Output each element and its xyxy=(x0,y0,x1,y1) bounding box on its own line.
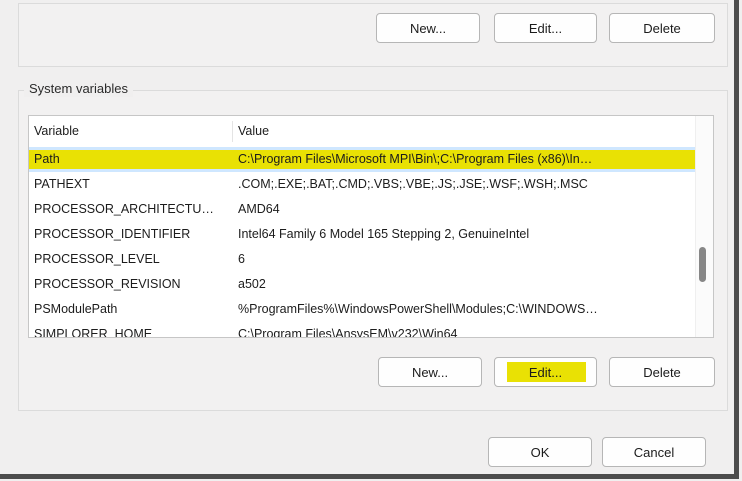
table-row[interactable]: PROCESSOR_ARCHITECTU… AMD64 xyxy=(29,197,695,222)
value-cell: Intel64 Family 6 Model 165 Stepping 2, G… xyxy=(238,222,693,247)
system-edit-button[interactable]: Edit... xyxy=(494,357,597,387)
system-new-button[interactable]: New... xyxy=(378,357,482,387)
value-cell: .COM;.EXE;.BAT;.CMD;.VBS;.VBE;.JS;.JSE;.… xyxy=(238,172,693,197)
variable-cell: PSModulePath xyxy=(34,297,230,322)
scrollbar-thumb[interactable] xyxy=(699,247,706,282)
top-edit-button[interactable]: Edit... xyxy=(494,13,597,43)
variable-cell: Path xyxy=(34,147,230,172)
window-bottom-edge xyxy=(0,474,739,479)
value-cell: 6 xyxy=(238,247,693,272)
table-row[interactable]: PROCESSOR_REVISION a502 xyxy=(29,272,695,297)
table-header: Variable Value xyxy=(29,116,713,148)
table-row[interactable]: PROCESSOR_IDENTIFIER Intel64 Family 6 Mo… xyxy=(29,222,695,247)
variable-cell: PROCESSOR_ARCHITECTU… xyxy=(34,197,230,222)
variable-cell: PROCESSOR_LEVEL xyxy=(34,247,230,272)
top-new-button[interactable]: New... xyxy=(376,13,480,43)
column-divider[interactable] xyxy=(232,121,233,142)
top-delete-button[interactable]: Delete xyxy=(609,13,715,43)
system-variables-label: System variables xyxy=(24,81,133,97)
edit-button-label: Edit... xyxy=(529,365,562,380)
variable-cell: PROCESSOR_IDENTIFIER xyxy=(34,222,230,247)
variable-cell: PATHEXT xyxy=(34,172,230,197)
table-row-clipped[interactable]: SIMPLORER_HOME C:\Program Files\AnsysEM\… xyxy=(29,322,695,338)
table-rows: Path C:\Program Files\Microsoft MPI\Bin\… xyxy=(29,147,695,338)
variable-cell: SIMPLORER_HOME xyxy=(34,322,230,338)
ok-button[interactable]: OK xyxy=(488,437,592,467)
system-delete-button[interactable]: Delete xyxy=(609,357,715,387)
value-cell: AMD64 xyxy=(238,197,693,222)
vertical-scrollbar[interactable] xyxy=(695,116,713,337)
cancel-button[interactable]: Cancel xyxy=(602,437,706,467)
value-cell: C:\Program Files\Microsoft MPI\Bin\;C:\P… xyxy=(238,147,693,172)
value-column-header[interactable]: Value xyxy=(238,116,269,147)
system-variables-table: Variable Value Path C:\Program Files\Mic… xyxy=(28,115,714,338)
table-row-path[interactable]: Path C:\Program Files\Microsoft MPI\Bin\… xyxy=(29,147,695,172)
variable-column-header[interactable]: Variable xyxy=(34,116,79,147)
value-cell: %ProgramFiles%\WindowsPowerShell\Modules… xyxy=(238,297,693,322)
table-row[interactable]: PSModulePath %ProgramFiles%\WindowsPower… xyxy=(29,297,695,322)
environment-variables-dialog: New... Edit... Delete System variables V… xyxy=(0,0,742,481)
variable-cell: PROCESSOR_REVISION xyxy=(34,272,230,297)
value-cell: C:\Program Files\AnsysEM\v232\Win64 xyxy=(238,322,693,338)
table-row[interactable]: PROCESSOR_LEVEL 6 xyxy=(29,247,695,272)
value-cell: a502 xyxy=(238,272,693,297)
table-row[interactable]: PATHEXT .COM;.EXE;.BAT;.CMD;.VBS;.VBE;.J… xyxy=(29,172,695,197)
window-right-edge xyxy=(734,0,739,478)
